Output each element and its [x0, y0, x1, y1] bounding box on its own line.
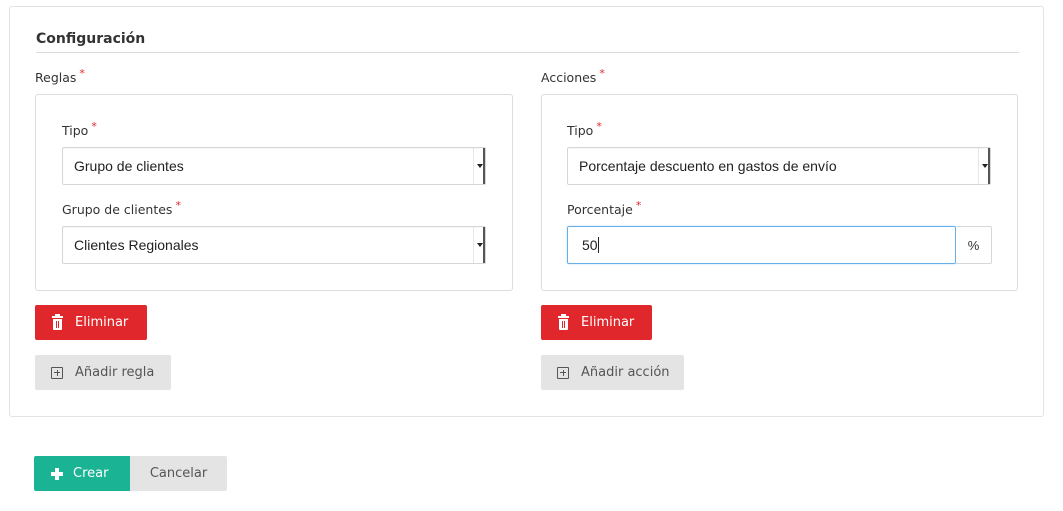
- chevron-down-icon: [978, 148, 990, 184]
- percentage-input[interactable]: 50: [567, 226, 956, 264]
- plus-square-icon: [557, 366, 569, 379]
- add-action-button[interactable]: Añadir acción: [541, 355, 684, 390]
- rules-label: Reglas *: [35, 67, 85, 85]
- action-type-label: Tipo *: [567, 120, 602, 138]
- action-type-select[interactable]: Porcentaje descuento en gastos de envío: [567, 147, 991, 185]
- percent-addon: %: [956, 226, 992, 264]
- customer-group-label: Grupo de clientes *: [62, 199, 181, 217]
- percentage-label: Porcentaje *: [567, 199, 642, 217]
- customer-group-value: Clientes Regionales: [74, 237, 199, 253]
- trash-icon: [558, 313, 569, 330]
- add-rule-button[interactable]: Añadir regla: [35, 355, 171, 390]
- customer-group-select[interactable]: Clientes Regionales: [62, 226, 486, 264]
- section-title: Configuración: [36, 31, 146, 47]
- text-caret: [597, 237, 599, 253]
- cancel-button[interactable]: Cancelar: [130, 456, 227, 491]
- delete-rule-button[interactable]: Eliminar: [35, 305, 147, 340]
- plus-square-icon: [51, 366, 63, 379]
- rule-type-value: Grupo de clientes: [74, 158, 184, 174]
- chevron-down-icon: [473, 148, 485, 184]
- plus-icon: [51, 467, 63, 480]
- trash-icon: [52, 313, 63, 330]
- section-divider: [36, 52, 1019, 53]
- actions-box: Tipo * Porcentaje descuento en gastos de …: [541, 94, 1018, 291]
- percentage-input-group: 50 %: [567, 226, 992, 264]
- action-type-value: Porcentaje descuento en gastos de envío: [579, 158, 837, 174]
- actions-label: Acciones *: [541, 67, 605, 85]
- required-mark: *: [79, 67, 85, 80]
- rules-box: Tipo * Grupo de clientes Grupo de cliente…: [35, 94, 513, 291]
- rule-type-label: Tipo *: [62, 120, 97, 138]
- chevron-down-icon: [473, 227, 485, 263]
- create-button[interactable]: Crear: [34, 456, 130, 491]
- rule-type-select[interactable]: Grupo de clientes: [62, 147, 486, 185]
- delete-action-button[interactable]: Eliminar: [541, 305, 652, 340]
